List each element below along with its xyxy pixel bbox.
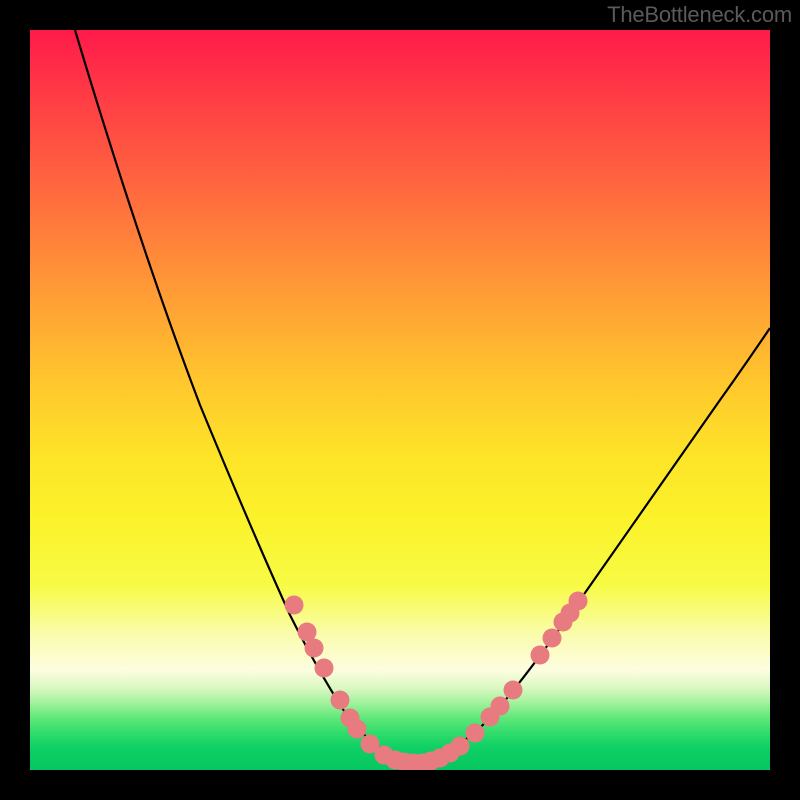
data-marker	[491, 697, 510, 716]
data-marker	[285, 596, 304, 615]
marker-group	[285, 592, 588, 771]
data-marker	[466, 724, 485, 743]
data-marker	[315, 659, 334, 678]
watermark-text: TheBottleneck.com	[607, 2, 792, 28]
data-marker	[331, 691, 350, 710]
chart-svg	[30, 30, 770, 770]
chart-plot-area	[30, 30, 770, 770]
bottleneck-curve-path	[75, 30, 770, 763]
data-marker	[348, 720, 367, 739]
data-marker	[569, 592, 588, 611]
data-marker	[504, 681, 523, 700]
data-marker	[451, 737, 470, 756]
data-marker	[531, 646, 550, 665]
data-marker	[543, 629, 562, 648]
data-marker	[305, 639, 324, 658]
